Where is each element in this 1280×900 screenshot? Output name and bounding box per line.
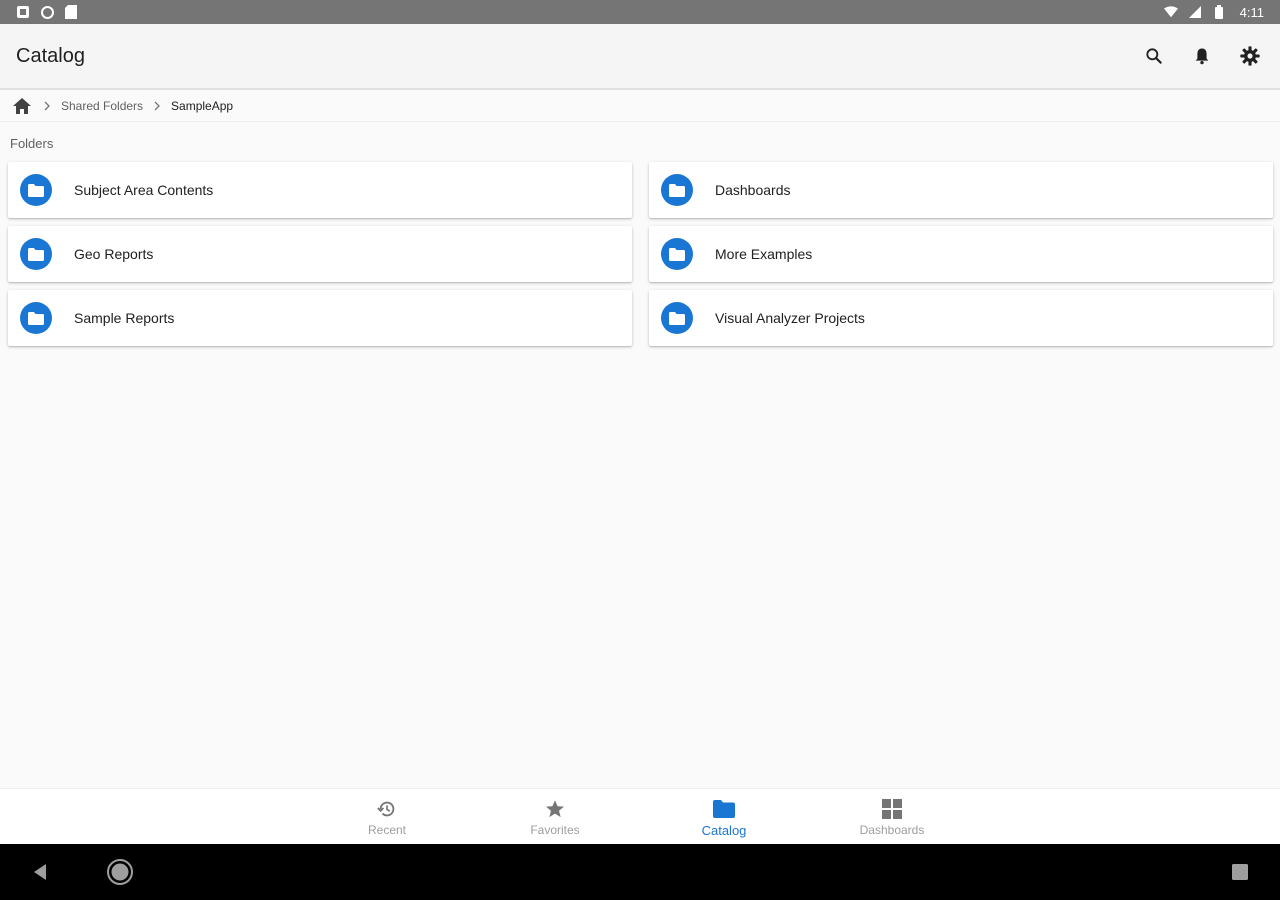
folder-icon xyxy=(661,302,693,334)
section-label: Folders xyxy=(10,136,54,151)
nav-item-recent[interactable]: Recent xyxy=(327,789,447,845)
page-title: Catalog xyxy=(16,44,85,67)
home-icon[interactable] xyxy=(11,95,33,117)
folder-icon xyxy=(661,174,693,206)
nav-label: Catalog xyxy=(701,822,747,838)
wifi-icon xyxy=(1163,5,1178,19)
history-icon xyxy=(375,797,399,821)
folder-icon xyxy=(712,797,736,821)
gear-icon[interactable] xyxy=(1236,42,1264,70)
folders-grid: Subject Area Contents Dashboards Geo Rep… xyxy=(8,162,1274,346)
status-right-icons: 4:11 xyxy=(1163,4,1264,20)
folder-name: Subject Area Contents xyxy=(74,182,214,198)
home-button-icon[interactable] xyxy=(106,858,134,886)
grid-icon xyxy=(880,797,904,821)
app-bar: Catalog xyxy=(0,24,1280,90)
overview-icon[interactable] xyxy=(1226,858,1254,886)
status-left-icons xyxy=(16,5,78,19)
nav-item-catalog[interactable]: Catalog xyxy=(664,789,784,845)
bottom-nav: Recent Favorites Catalog Dashboards xyxy=(0,788,1280,844)
back-icon[interactable] xyxy=(26,858,54,886)
nav-item-dashboards[interactable]: Dashboards xyxy=(832,789,952,845)
folder-card[interactable]: Geo Reports xyxy=(8,226,632,282)
folder-card[interactable]: Sample Reports xyxy=(8,290,632,346)
folder-icon xyxy=(661,238,693,270)
nav-label: Favorites xyxy=(530,823,580,837)
status-time: 4:11 xyxy=(1239,4,1264,20)
folder-card[interactable]: Subject Area Contents xyxy=(8,162,632,218)
breadcrumb-shared-folders[interactable]: Shared Folders xyxy=(61,99,143,113)
nav-label: Dashboards xyxy=(859,823,925,837)
folder-name: Visual Analyzer Projects xyxy=(715,310,865,326)
sd-card-icon xyxy=(64,5,78,19)
folder-icon xyxy=(20,302,52,334)
notification-icon xyxy=(16,5,30,19)
system-nav-bar xyxy=(0,844,1280,900)
folder-name: More Examples xyxy=(715,246,813,262)
sync-icon xyxy=(40,5,54,19)
folder-name: Sample Reports xyxy=(74,310,175,326)
folder-name: Dashboards xyxy=(715,182,791,198)
nav-item-favorites[interactable]: Favorites xyxy=(495,789,615,845)
chevron-right-icon xyxy=(39,101,55,111)
cellular-icon xyxy=(1188,5,1202,19)
folder-card[interactable]: Visual Analyzer Projects xyxy=(649,290,1273,346)
folder-name: Geo Reports xyxy=(74,246,154,262)
chevron-right-icon xyxy=(149,101,165,111)
status-bar: 4:11 xyxy=(0,0,1280,24)
search-icon[interactable] xyxy=(1140,42,1168,70)
breadcrumb: Shared Folders SampleApp xyxy=(0,90,1280,122)
breadcrumb-sampleapp: SampleApp xyxy=(171,98,234,113)
nav-label: Recent xyxy=(367,823,407,837)
folder-card[interactable]: More Examples xyxy=(649,226,1273,282)
folder-icon xyxy=(20,174,52,206)
bell-icon[interactable] xyxy=(1188,42,1216,70)
star-icon xyxy=(543,797,567,821)
folder-card[interactable]: Dashboards xyxy=(649,162,1273,218)
folder-icon xyxy=(20,238,52,270)
battery-icon xyxy=(1212,5,1226,19)
app-actions xyxy=(1140,42,1264,70)
